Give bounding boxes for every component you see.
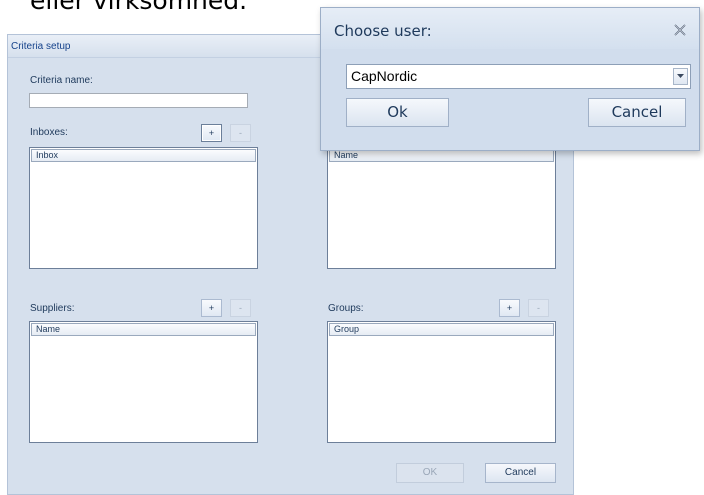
ok-button[interactable]: OK bbox=[396, 463, 464, 483]
inbox-column-header[interactable]: Inbox bbox=[31, 149, 256, 162]
add-group-button[interactable]: + bbox=[499, 299, 520, 317]
window-title: Criteria setup bbox=[11, 41, 71, 52]
add-supplier-button[interactable]: + bbox=[201, 299, 222, 317]
users-list[interactable]: Name bbox=[327, 147, 556, 269]
criteria-name-input[interactable] bbox=[29, 93, 248, 108]
inbox-column-label: Inbox bbox=[36, 150, 59, 160]
criteria-name-label: Criteria name: bbox=[30, 75, 93, 86]
suppliers-label: Suppliers: bbox=[30, 303, 75, 314]
user-select[interactable]: CapNordic bbox=[346, 64, 691, 89]
remove-supplier-button[interactable]: - bbox=[230, 299, 251, 317]
suppliers-column-header[interactable]: Name bbox=[31, 323, 256, 336]
dialog-title: Choose user: bbox=[334, 22, 432, 40]
user-select-value: CapNordic bbox=[351, 68, 418, 84]
remove-group-button[interactable]: - bbox=[528, 299, 549, 317]
cancel-button[interactable]: Cancel bbox=[485, 463, 556, 483]
choose-user-titlebar: Choose user: bbox=[321, 8, 699, 49]
add-inbox-button[interactable]: + bbox=[201, 124, 222, 142]
close-icon[interactable] bbox=[673, 22, 687, 36]
suppliers-list[interactable]: Name bbox=[29, 321, 258, 443]
remove-inbox-button[interactable]: - bbox=[230, 124, 251, 142]
background-text: eller virksomhed. bbox=[30, 0, 248, 15]
chevron-down-icon[interactable] bbox=[673, 68, 688, 85]
choose-user-dialog: Choose user: CapNordic Ok Cancel bbox=[320, 7, 700, 151]
dialog-ok-button[interactable]: Ok bbox=[346, 98, 449, 127]
groups-label: Groups: bbox=[328, 303, 364, 314]
inboxes-label: Inboxes: bbox=[30, 127, 68, 138]
users-column-label: Name bbox=[334, 150, 359, 160]
dialog-cancel-button[interactable]: Cancel bbox=[588, 98, 686, 127]
suppliers-column-label: Name bbox=[36, 324, 61, 334]
groups-column-header[interactable]: Group bbox=[329, 323, 554, 336]
inbox-list[interactable]: Inbox bbox=[29, 147, 258, 269]
groups-column-label: Group bbox=[334, 324, 360, 334]
groups-list[interactable]: Group bbox=[327, 321, 556, 443]
